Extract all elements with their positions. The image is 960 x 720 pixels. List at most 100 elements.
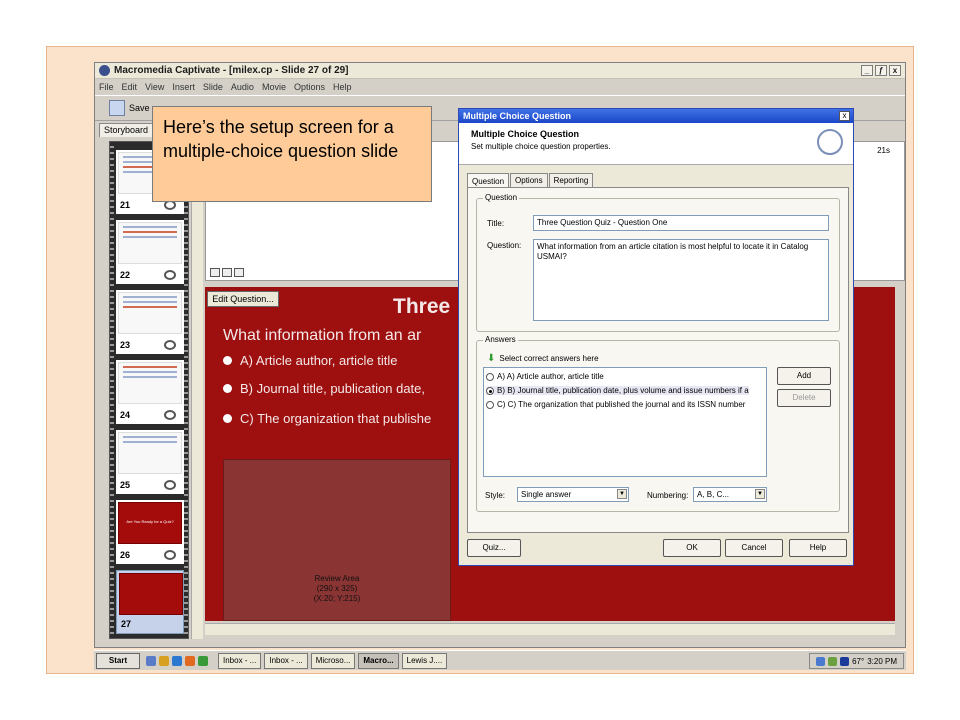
menu-options[interactable]: Options <box>294 82 325 92</box>
slide-thumb-23[interactable]: 23 <box>116 290 184 354</box>
delete-answer-button[interactable]: Delete <box>777 389 831 407</box>
network-icon[interactable] <box>816 656 826 666</box>
security-icon[interactable] <box>828 656 838 666</box>
slide-option-b[interactable]: B) Journal title, publication date, <box>223 381 425 396</box>
start-button[interactable]: Start <box>96 652 140 669</box>
tab-options[interactable]: Options <box>510 173 548 188</box>
numbering-value: A, B, C... <box>697 490 730 499</box>
title-label: Title: <box>487 219 505 228</box>
task-microsoft[interactable]: Microso... <box>310 652 356 669</box>
option-label: A) Article author, article title <box>240 353 398 368</box>
numbering-label: Numbering: <box>647 491 689 500</box>
answer-row-b[interactable]: B) B) Journal title, publication date, p… <box>486 386 749 395</box>
review-area-title: Review Area <box>314 574 360 583</box>
close-button[interactable]: x <box>889 65 901 76</box>
slide-thumb-26[interactable]: Are You Ready for a Quiz? 26 <box>116 500 184 564</box>
slide-option-a[interactable]: A) Article author, article title <box>223 353 398 368</box>
task-inbox-2[interactable]: Inbox - ... <box>264 652 308 669</box>
question-textarea[interactable]: What information from an article citatio… <box>533 239 829 321</box>
minimize-button[interactable]: _ <box>861 65 873 76</box>
menu-view[interactable]: View <box>145 82 164 92</box>
slide-number: 22 <box>120 270 131 280</box>
audio-icon <box>164 550 176 560</box>
answer-row-c[interactable]: C) C) The organization that published th… <box>486 400 745 409</box>
stage-scrollbar[interactable] <box>205 623 895 635</box>
folder-icon[interactable] <box>159 655 169 666</box>
app-icon[interactable] <box>198 655 208 666</box>
option-label: C) The organization that publishe <box>240 411 432 426</box>
review-area[interactable]: Review Area (290 x 325) (X:20; Y:215) <box>223 459 451 621</box>
tab-storyboard[interactable]: Storyboard <box>99 123 153 137</box>
answer-text: A) A) Article author, article title <box>497 372 604 381</box>
answer-text: B) B) Journal title, publication date, p… <box>497 386 749 395</box>
answer-row-a[interactable]: A) A) Article author, article title <box>486 372 604 381</box>
dialog-header: Multiple Choice Question Set multiple ch… <box>459 123 853 165</box>
menu-movie[interactable]: Movie <box>262 82 286 92</box>
task-inbox-1[interactable]: Inbox - ... <box>218 652 262 669</box>
edit-question-button[interactable]: Edit Question... <box>207 291 279 307</box>
menu-insert[interactable]: Insert <box>172 82 195 92</box>
add-answer-button[interactable]: Add <box>777 367 831 385</box>
review-area-size: (290 x 325) <box>316 584 358 593</box>
system-tray: 67° 3:20 PM <box>809 653 904 669</box>
clock: 3:20 PM <box>867 656 897 666</box>
film-perforation-right <box>184 142 188 638</box>
radio-icon <box>223 356 232 365</box>
firefox-icon[interactable] <box>185 655 195 666</box>
save-icon <box>109 100 125 116</box>
radio-icon[interactable] <box>486 400 494 409</box>
menu-audio[interactable]: Audio <box>231 82 254 92</box>
slide-option-c[interactable]: C) The organization that publishe <box>223 411 431 426</box>
radio-icon[interactable] <box>486 372 494 381</box>
dialog-header-title: Multiple Choice Question <box>471 129 580 139</box>
rewind-button[interactable] <box>234 268 244 277</box>
menu-slide[interactable]: Slide <box>203 82 223 92</box>
multiple-choice-dialog: Multiple Choice Question x Multiple Choi… <box>458 108 854 566</box>
restore-button[interactable]: ƒ <box>875 65 887 76</box>
desktop-icon[interactable] <box>146 655 156 666</box>
menu-help[interactable]: Help <box>333 82 352 92</box>
taskbar: Start Inbox - ... Inbox - ... Microso...… <box>94 650 906 670</box>
slide-thumb-27[interactable]: 27 <box>116 570 184 634</box>
slide-thumb-24[interactable]: 24 <box>116 360 184 424</box>
slide-number: 21 <box>120 200 131 210</box>
style-label: Style: <box>485 491 506 500</box>
menu-file[interactable]: File <box>99 82 114 92</box>
option-label: B) Journal title, publication date, <box>240 381 425 396</box>
slide-number: 24 <box>120 410 131 420</box>
play-button[interactable] <box>222 268 232 277</box>
ok-button[interactable]: OK <box>663 539 721 557</box>
quiz-button[interactable]: Quiz... <box>467 539 521 557</box>
stop-button[interactable] <box>210 268 220 277</box>
style-select[interactable]: Single answer ▼ <box>517 487 629 502</box>
dialog-close-button[interactable]: x <box>839 111 850 121</box>
answers-group-label: Answers <box>483 335 518 344</box>
filmstrip-scrollbar[interactable] <box>191 141 203 639</box>
language-icon[interactable] <box>840 656 850 666</box>
green-arrow-down-icon: ⬇ <box>487 353 496 364</box>
slide-number: 26 <box>120 550 131 560</box>
chevron-down-icon: ▼ <box>755 489 765 499</box>
task-label: Inbox - ... <box>223 655 257 665</box>
ie-icon[interactable] <box>172 655 182 666</box>
cancel-button[interactable]: Cancel <box>725 539 783 557</box>
slide-thumb-25[interactable]: 25 <box>116 430 184 494</box>
radio-selected-icon[interactable] <box>486 386 494 395</box>
tab-question[interactable]: Question <box>467 173 510 188</box>
slide-thumb-22[interactable]: 22 <box>116 220 184 284</box>
menu-edit[interactable]: Edit <box>122 82 138 92</box>
radio-icon <box>223 414 232 423</box>
tab-reporting[interactable]: Reporting <box>548 173 594 188</box>
dialog-title: Multiple Choice Question <box>459 109 853 123</box>
window-title: Macromedia Captivate - [milex.cp - Slide… <box>114 65 349 76</box>
save-button[interactable]: Save <box>129 103 150 113</box>
task-macromedia[interactable]: Macro... <box>358 652 399 669</box>
slide-number: 27 <box>121 619 132 629</box>
style-value: Single answer <box>521 490 572 499</box>
numbering-select[interactable]: A, B, C... ▼ <box>693 487 767 502</box>
title-input[interactable]: Three Question Quiz - Question One <box>533 215 829 231</box>
help-button[interactable]: Help <box>789 539 847 557</box>
task-lewis[interactable]: Lewis J.... <box>401 652 448 669</box>
dialog-header-subtitle: Set multiple choice question properties. <box>471 142 611 151</box>
start-label: Start <box>108 656 128 665</box>
